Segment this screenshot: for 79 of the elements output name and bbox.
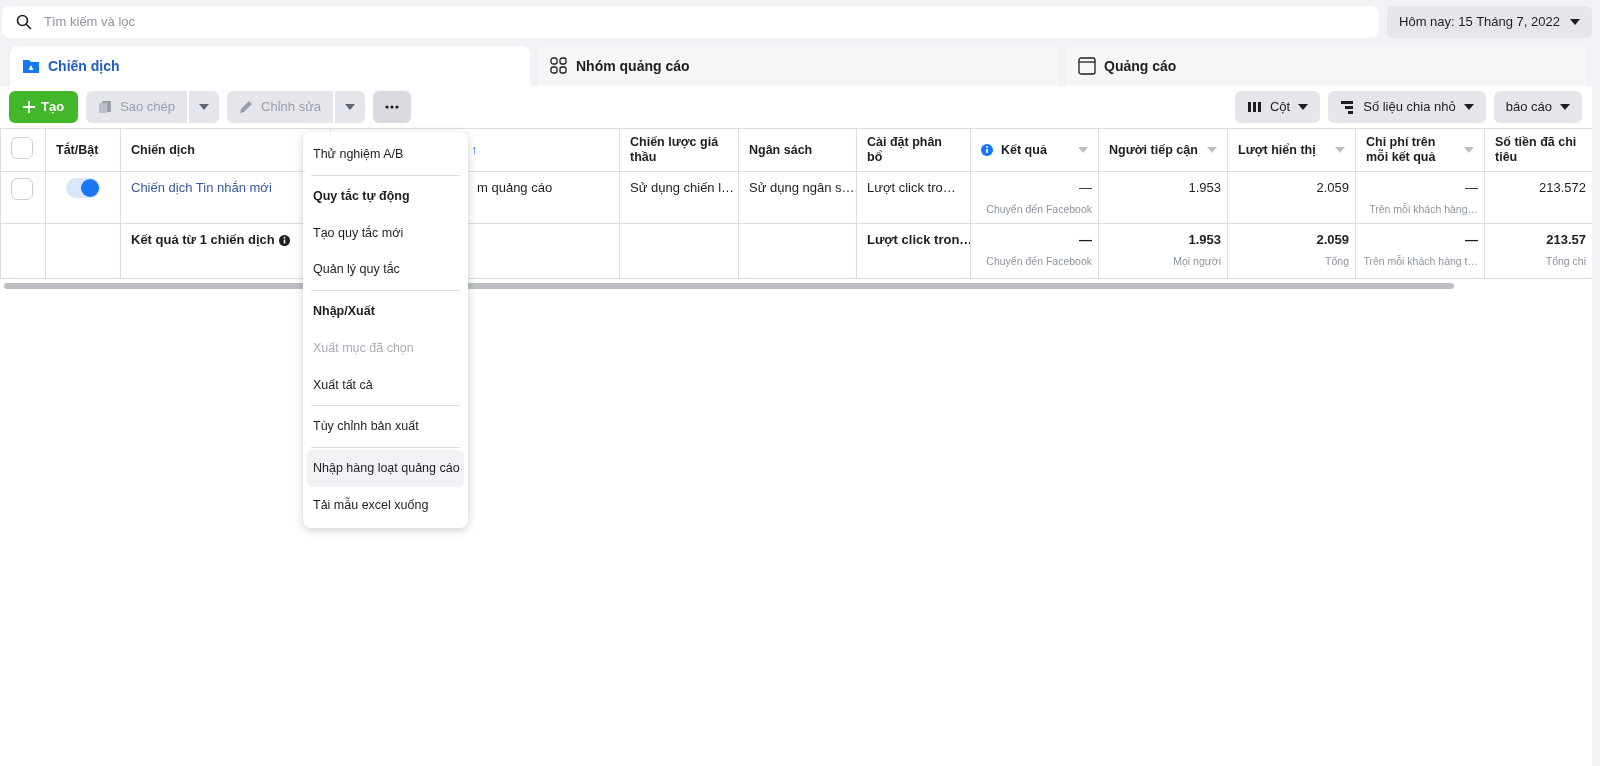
cell-caption: Tổng	[1324, 253, 1349, 269]
column-header: Chiến dịch	[131, 142, 195, 158]
tab[interactable]: Nhóm quảng cáo	[538, 46, 1058, 86]
menu-item[interactable]: Thử nghiệm A/B	[307, 136, 464, 173]
menu-item[interactable]: Tải mẫu excel xuống	[307, 486, 464, 524]
table-cell-text: m quảng cáo	[477, 180, 553, 195]
caret-icon	[1560, 104, 1570, 110]
folder-icon	[22, 57, 40, 75]
table-cell-text: 2.059	[1316, 232, 1349, 248]
cell-caption: Mọi người	[1172, 253, 1221, 269]
window-icon	[1078, 57, 1096, 75]
cell-caption: Chuyển đến Facebook	[985, 201, 1092, 217]
toggle-switch[interactable]	[66, 178, 100, 198]
table-cell-text: 213.57	[1546, 232, 1586, 248]
select-all-checkbox[interactable]	[11, 137, 33, 159]
table-cell-text: —	[1079, 180, 1092, 195]
caret-icon	[1464, 147, 1474, 153]
columns-icon	[1247, 99, 1262, 115]
caret-icon	[1298, 104, 1309, 110]
column-header: Số tiền đã chi tiêu	[1495, 135, 1578, 165]
more-button[interactable]	[373, 91, 412, 123]
table-cell-text: 2.059	[1316, 180, 1349, 195]
menu-heading: Quy tắc tự động	[312, 187, 411, 205]
plus-icon	[23, 101, 35, 113]
caret-icon	[345, 104, 356, 110]
cell-caption: Trên mỗi khách hàng t…	[1362, 253, 1478, 269]
menu-item[interactable]: Nhập hàng loạt quảng cáo	[307, 450, 464, 487]
menu-heading: Nhập/Xuất	[312, 303, 376, 320]
table-cell-text: —	[1079, 232, 1092, 248]
more-icon	[385, 105, 400, 109]
columns-button[interactable]: Cột	[1235, 91, 1321, 123]
table-cell-text: Sử dụng chiến l…	[630, 180, 735, 195]
info-icon	[981, 144, 993, 156]
row-checkbox[interactable]	[11, 178, 33, 200]
column-header: Kết quả	[1001, 142, 1047, 158]
column-header: Ngân sách	[749, 142, 813, 158]
caret-icon	[1335, 147, 1345, 153]
sort-arrow[interactable]: ↑	[471, 142, 478, 158]
table-cell-text: —	[1465, 232, 1478, 248]
breakdown-button[interactable]: Số liệu chia nhỏ	[1328, 91, 1486, 123]
column-header: Chi phí trên mỗi kết quả	[1366, 135, 1437, 165]
report-button[interactable]: báo cáo	[1493, 91, 1582, 123]
column-header: Chiến lược giá thầu	[630, 135, 720, 165]
date-button[interactable]: Hôm nay: 15 Tháng 7, 2022	[1387, 6, 1592, 38]
search-input[interactable]: Tìm kiếm và lọc	[42, 11, 1366, 33]
cell-caption: Chuyển đến Facebook	[985, 253, 1092, 269]
campaign-link[interactable]: Chiến dịch Tin nhắn mới	[131, 180, 272, 195]
search-icon	[16, 14, 32, 30]
breakdown-icon	[1340, 99, 1356, 115]
column-header: Lượt hiển thị	[1238, 142, 1316, 158]
table-cell-text: Lượt click tro…	[867, 180, 956, 195]
caret-icon	[1207, 147, 1217, 153]
pencil-icon	[239, 100, 254, 114]
menu-item[interactable]: Xuất tất cả	[307, 366, 464, 404]
table-cell-text: 213.572	[1539, 180, 1586, 195]
caret-icon	[1078, 147, 1088, 153]
dropdown-button[interactable]	[189, 91, 220, 123]
dropdown-button[interactable]	[335, 91, 366, 123]
copy-icon	[98, 100, 113, 114]
search-bar[interactable]: Tìm kiếm và lọc	[2, 6, 1380, 38]
menu-item[interactable]: Tùy chỉnh bản xuất	[307, 408, 464, 445]
menu-item[interactable]: Tạo quy tắc mới	[307, 214, 464, 252]
caret-icon	[1463, 104, 1474, 110]
column-header: Tắt/Bật	[56, 142, 99, 158]
table-cell-text: 1.953	[1188, 232, 1221, 248]
cell-caption: Tổng chi	[1544, 253, 1586, 269]
tab[interactable]: Chiến dịch	[10, 46, 530, 86]
table-cell-text: Kết quả từ 1 chiến dịch	[131, 231, 275, 250]
table-cell-text: Sử dụng ngân s…	[749, 180, 855, 195]
caret-icon	[199, 104, 210, 110]
caret-icon	[1570, 19, 1580, 25]
grid-icon	[550, 57, 568, 75]
menu-item[interactable]: Quản lý quy tắc	[307, 251, 464, 288]
cell-caption: Trên mỗi khách hàng…	[1368, 201, 1478, 217]
table-cell-text: —	[1465, 180, 1478, 195]
column-header: Người tiếp cận	[1109, 142, 1198, 158]
table-cell-text: 1.953	[1188, 180, 1221, 195]
column-header: Cài đặt phân bổ	[867, 135, 943, 165]
tab[interactable]: Quảng cáo	[1066, 46, 1586, 86]
